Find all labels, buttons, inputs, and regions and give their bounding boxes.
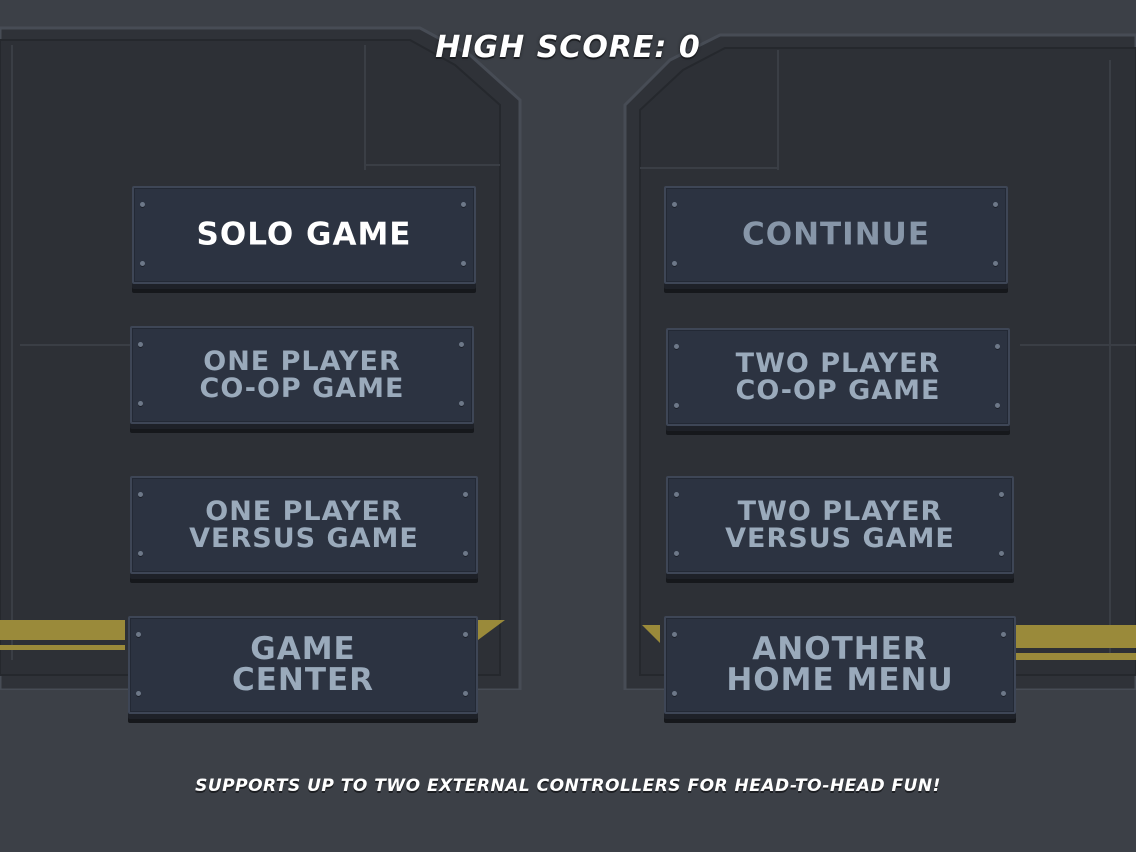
right-hazard-stripe	[1016, 625, 1136, 648]
rivet-icon	[461, 202, 466, 207]
two-player-versus-label: TWO PLAYER VERSUS GAME	[725, 496, 955, 554]
rivet-icon	[140, 202, 145, 207]
rivet-icon	[138, 492, 143, 497]
rivet-icon	[993, 202, 998, 207]
rivet-icon	[995, 344, 1000, 349]
game-center-label: GAME CENTER	[231, 631, 375, 698]
another-home-menu-button[interactable]: ANOTHER HOME MENU	[664, 616, 1016, 714]
rivet-icon	[674, 344, 679, 349]
rivet-icon	[672, 261, 677, 266]
rivet-icon	[140, 261, 145, 266]
continue-button[interactable]: CONTINUE	[664, 186, 1008, 284]
rivet-icon	[459, 342, 464, 347]
continue-label: CONTINUE	[741, 216, 931, 253]
one-player-versus-label: ONE PLAYER VERSUS GAME	[189, 496, 419, 554]
left-hazard-stripe	[0, 620, 125, 640]
floor	[0, 690, 1136, 852]
footer-message: SUPPORTS UP TO TWO EXTERNAL CONTROLLERS …	[195, 776, 941, 796]
rivet-icon	[674, 492, 679, 497]
background-panels	[0, 26, 1136, 852]
high-score: HIGH SCORE: 0	[435, 30, 701, 65]
rivet-icon	[138, 342, 143, 347]
one-player-coop-button[interactable]: ONE PLAYER CO-OP GAME	[130, 326, 474, 424]
one-player-versus-button[interactable]: ONE PLAYER VERSUS GAME	[130, 476, 478, 574]
another-home-menu-label: ANOTHER HOME MENU	[726, 631, 954, 698]
game-center-button[interactable]: GAME CENTER	[128, 616, 478, 714]
rivet-icon	[461, 261, 466, 266]
rivet-icon	[672, 202, 677, 207]
one-player-coop-label: ONE PLAYER CO-OP GAME	[199, 346, 405, 404]
two-player-coop-label: TWO PLAYER CO-OP GAME	[735, 348, 941, 406]
rivet-icon	[463, 492, 468, 497]
rivet-icon	[999, 492, 1004, 497]
solo-game-label: SOLO GAME	[196, 216, 412, 253]
two-player-versus-button[interactable]: TWO PLAYER VERSUS GAME	[666, 476, 1014, 574]
solo-game-button[interactable]: SOLO GAME	[132, 186, 476, 284]
two-player-coop-button[interactable]: TWO PLAYER CO-OP GAME	[666, 328, 1010, 426]
rivet-icon	[993, 261, 998, 266]
